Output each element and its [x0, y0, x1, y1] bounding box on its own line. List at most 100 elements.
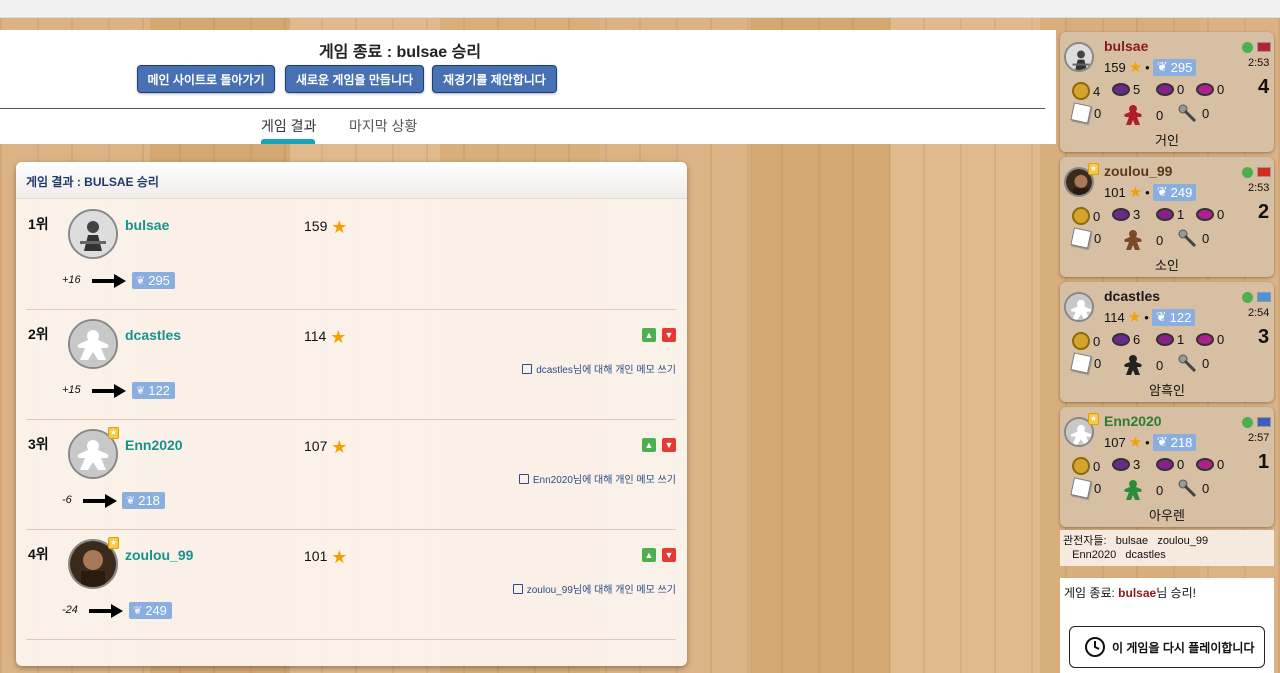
clock-icon	[1085, 637, 1105, 657]
star-icon: ★	[1127, 309, 1142, 326]
player-avatar[interactable]	[1064, 42, 1094, 72]
note-icon	[518, 474, 529, 484]
thumbs-up-icon[interactable]: ▲	[642, 548, 656, 562]
country-flag-icon	[1257, 42, 1271, 52]
shovel-icon	[1178, 479, 1197, 497]
player-clock: 2:53	[1248, 182, 1270, 194]
replay-label: 이 게임을 다시 플레이합니다	[1112, 640, 1255, 655]
elo-badge: ❦ 122	[132, 382, 175, 399]
gem-icon	[1196, 208, 1214, 221]
player-clock: 2:54	[1248, 307, 1270, 319]
turn-order: 4	[1258, 76, 1270, 98]
gem-counter: 1	[1156, 332, 1184, 347]
replay-area: 이 게임을 다시 플레이합니다	[1060, 608, 1274, 673]
coin-counter: 4	[1072, 82, 1100, 100]
results-panel: 게임 결과 : BULSAE 승리 1위 bulsae 159 ★ +16 ❦ 295 2위…	[16, 162, 687, 666]
meeple-counter: 0	[1124, 104, 1163, 126]
elo-badge: ❦ 218	[122, 492, 165, 509]
tab-results[interactable]: 게임 결과	[261, 116, 316, 136]
spectator-name[interactable]: dcastles	[1125, 549, 1165, 561]
player-avatar[interactable]	[1064, 292, 1094, 322]
thumbs-down-icon[interactable]: ▼	[662, 328, 676, 342]
player-avatar[interactable]	[68, 319, 118, 369]
player-faction: 암흑인	[1149, 383, 1185, 398]
divider	[0, 108, 1045, 109]
meeple-icon	[1124, 105, 1142, 125]
shovel-icon	[1178, 229, 1197, 247]
gem-icon	[1196, 458, 1214, 471]
personal-memo-link[interactable]: Enn2020님에 대해 개인 메모 쓰기	[518, 471, 676, 486]
premium-badge-icon: ★	[1088, 163, 1099, 175]
online-status-icon	[1242, 167, 1253, 178]
gem-counter: 0	[1156, 457, 1184, 472]
thumbs-down-icon[interactable]: ▼	[662, 438, 676, 452]
player-name[interactable]: Enn2020	[1104, 413, 1162, 429]
elo-delta: +16	[62, 274, 81, 286]
coin-icon	[1072, 332, 1090, 350]
gem-counter: 0	[1196, 457, 1224, 472]
elo-badge: ❦ 218	[1152, 433, 1197, 451]
country-flag-icon	[1257, 417, 1271, 427]
elo-badge: ❦ 295	[1152, 58, 1197, 76]
player-faction: 소인	[1155, 258, 1179, 273]
player-name[interactable]: bulsae	[1104, 38, 1148, 54]
thumbs-down-icon[interactable]: ▼	[662, 548, 676, 562]
final-message-prefix: 게임 종료:	[1064, 586, 1119, 600]
star-icon: ★	[331, 217, 348, 237]
final-message-suffix: 님 승리!	[1156, 586, 1196, 600]
player-sidebar: bulsae 159 ★ • ❦ 295 2:53 4 4 5 0 0 0 0 0 거인 ★ zoulou_99 1…	[1056, 28, 1280, 673]
thumbs-up-icon[interactable]: ▲	[642, 328, 656, 342]
elo-badge: ❦ 249	[129, 602, 172, 619]
new-game-button[interactable]: 새로운 게임을 만듭니다	[285, 65, 424, 93]
premium-badge-icon: ★	[108, 537, 119, 549]
browser-top-bar	[0, 0, 1280, 18]
gem-counter: 0	[1156, 82, 1184, 97]
result-row: 4위 ★ zoulou_99 101 ★ -24 ❦ 249 ▲ ▼ zoulou_99님에 대해…	[26, 530, 676, 640]
rank-label: 4위	[28, 546, 49, 562]
player-avatar[interactable]	[68, 209, 118, 259]
spectators-box: 관전자들: bulsae zoulou_99 Enn2020 dcastles	[1060, 530, 1274, 566]
result-row: 3위 ★ Enn2020 107 ★ -6 ❦ 218 ▲ ▼ Enn2020님에 대해 개인 메…	[26, 420, 676, 530]
gem-counter: 0	[1196, 82, 1224, 97]
player-card: ★ Enn2020 107 ★ • ❦ 218 2:57 1 0 3 0 0 0 0 0 아우렌	[1060, 407, 1274, 527]
premium-badge-icon: ★	[108, 427, 119, 439]
cube-counter: 0	[1070, 227, 1101, 249]
gem-icon	[1156, 333, 1174, 346]
gem-icon	[1196, 333, 1214, 346]
rank-label: 2위	[28, 326, 49, 342]
arrow-right-icon	[92, 384, 126, 398]
meeple-icon	[1124, 230, 1142, 250]
player-name-link[interactable]: Enn2020	[125, 437, 183, 453]
cube-counter: 0	[1070, 477, 1101, 499]
player-score: 107 ★	[304, 437, 348, 457]
meeple-icon	[1124, 355, 1142, 375]
rank-label: 1위	[28, 216, 49, 232]
star-icon: ★	[331, 437, 348, 457]
player-name[interactable]: zoulou_99	[1104, 163, 1172, 179]
meeple-counter: 0	[1124, 229, 1163, 251]
turn-order: 2	[1258, 201, 1270, 223]
personal-memo-link[interactable]: zoulou_99님에 대해 개인 메모 쓰기	[512, 581, 676, 596]
personal-memo-link[interactable]: dcastles님에 대해 개인 메모 쓰기	[522, 361, 676, 376]
thumbs-up-icon[interactable]: ▲	[642, 438, 656, 452]
player-card: ★ zoulou_99 101 ★ • ❦ 249 2:53 2 0 3 1 0 0 0 0 소인	[1060, 157, 1274, 277]
note-icon	[512, 584, 523, 594]
shovel-icon	[1178, 104, 1197, 122]
rematch-button[interactable]: 재경기를 제안합니다	[432, 65, 557, 93]
spectator-name[interactable]: Enn2020	[1072, 549, 1116, 561]
player-name-link[interactable]: zoulou_99	[125, 547, 193, 563]
arrow-right-icon	[89, 604, 123, 618]
cube-icon	[1070, 477, 1092, 499]
player-score-line: 101 ★ • ❦ 249	[1104, 183, 1197, 201]
spectator-name[interactable]: zoulou_99	[1157, 535, 1208, 547]
gem-counter: 0	[1196, 332, 1224, 347]
player-name-link[interactable]: bulsae	[125, 217, 169, 233]
tab-last-state[interactable]: 마지막 상황	[349, 116, 417, 136]
back-to-main-button[interactable]: 메인 사이트로 돌아가기	[137, 65, 275, 93]
gem-counter: 3	[1112, 457, 1140, 472]
gem-icon	[1156, 458, 1174, 471]
spectator-name[interactable]: bulsae	[1116, 535, 1148, 547]
player-name-link[interactable]: dcastles	[125, 327, 181, 343]
player-name[interactable]: dcastles	[1104, 288, 1160, 304]
replay-button[interactable]: 이 게임을 다시 플레이합니다	[1069, 626, 1265, 668]
